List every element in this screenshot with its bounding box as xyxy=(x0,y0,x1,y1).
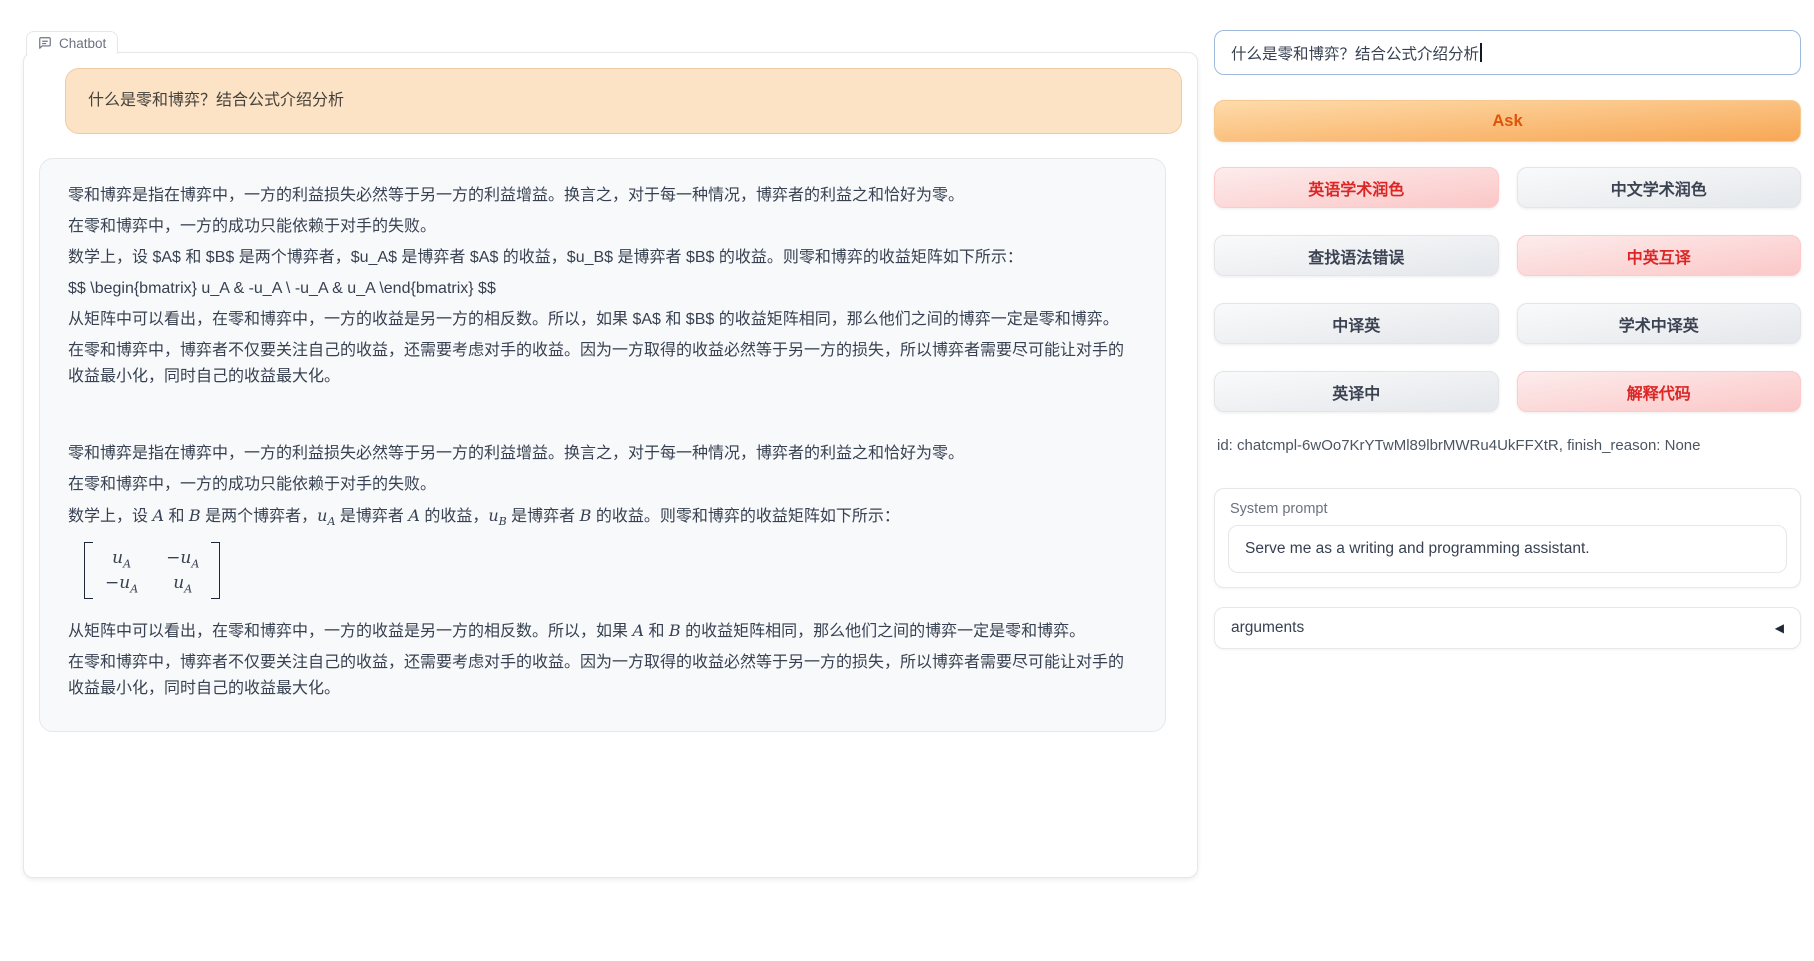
bot-message-bubble: 零和博弈是指在博弈中，一方的利益损失必然等于另一方的利益增益。换言之，对于每一种… xyxy=(39,158,1166,732)
chat-messages: 什么是零和博弈？结合公式介绍分析 零和博弈是指在博弈中，一方的利益损失必然等于另… xyxy=(24,53,1197,732)
bot-message-paragraph: 从矩阵中可以看出，在零和博弈中，一方的收益是另一方的相反数。所以，如果 $A$ … xyxy=(68,307,1137,333)
system-prompt-input[interactable]: Serve me as a writing and programming as… xyxy=(1228,525,1787,573)
message-part-gap xyxy=(68,395,1137,441)
system-prompt-label: System prompt xyxy=(1228,499,1787,525)
user-message-bubble: 什么是零和博弈？结合公式介绍分析 xyxy=(65,68,1182,134)
function-button[interactable]: 查找语法错误 xyxy=(1214,235,1499,276)
function-button[interactable]: 中英互译 xyxy=(1517,235,1802,276)
function-button-grid: 英语学术润色中文学术润色查找语法错误中英互译中译英学术中译英英译中解释代码 xyxy=(1214,167,1801,412)
system-prompt-panel: System prompt Serve me as a writing and … xyxy=(1214,488,1801,588)
chatbot-label-text: Chatbot xyxy=(59,36,106,51)
system-prompt-value: Serve me as a writing and programming as… xyxy=(1245,540,1590,558)
clipped-page-title: 学术优化 xyxy=(886,0,1062,8)
ask-button[interactable]: Ask xyxy=(1214,100,1801,142)
bot-message-paragraph: 数学上，设 $A$ 和 $B$ 是两个博弈者，$u_A$ 是博弈者 $A$ 的收… xyxy=(68,245,1137,271)
bot-message-paragraph: 零和博弈是指在博弈中，一方的利益损失必然等于另一方的利益增益。换言之，对于每一种… xyxy=(68,441,1137,467)
bot-message-paragraph: 从矩阵中可以看出，在零和博弈中，一方的收益是另一方的相反数。所以，如果 A 和 … xyxy=(68,618,1137,645)
function-button[interactable]: 解释代码 xyxy=(1517,371,1802,412)
question-input[interactable]: 什么是零和博弈？结合公式介绍分析 xyxy=(1214,30,1801,75)
function-button[interactable]: 英语学术润色 xyxy=(1214,167,1499,208)
bot-message-paragraph: $$ \begin{bmatrix} u_A & -u_A \ -u_A & u… xyxy=(68,276,1137,302)
bot-message-paragraph: 在零和博弈中，一方的成功只能依赖于对手的失败。 xyxy=(68,214,1137,240)
function-button[interactable]: 中译英 xyxy=(1214,303,1499,344)
bot-message-paragraph: 零和博弈是指在博弈中，一方的利益损失必然等于另一方的利益增益。换言之，对于每一种… xyxy=(68,183,1137,209)
bot-message: 零和博弈是指在博弈中，一方的利益损失必然等于另一方的利益增益。换言之，对于每一种… xyxy=(68,183,1137,702)
completion-status-text: id: chatcmpl-6wOo7KrYTwMl89lbrMWRu4UkFFX… xyxy=(1217,436,1801,456)
bot-message-paragraph: 在零和博弈中，一方的成功只能依赖于对手的失败。 xyxy=(68,472,1137,498)
chatbot-panel: Chatbot 什么是零和博弈？结合公式介绍分析 零和博弈是指在博弈中，一方的利… xyxy=(23,52,1198,878)
chatbot-label: Chatbot xyxy=(26,31,118,54)
rendered-payoff-matrix: uA−uA−uAuA xyxy=(84,542,1137,608)
accordion-collapsed-icon: ◀ xyxy=(1775,621,1784,635)
function-button[interactable]: 英译中 xyxy=(1214,371,1499,412)
bot-message-paragraph: 数学上，设 A 和 B 是两个博弈者，uA 是博弈者 A 的收益，uB 是博弈者… xyxy=(68,503,1137,530)
arguments-accordion-label: arguments xyxy=(1231,619,1304,637)
bot-message-paragraph: 在零和博弈中，博弈者不仅要关注自己的收益，还需要考虑对手的收益。因为一方取得的收… xyxy=(68,650,1137,702)
function-button[interactable]: 中文学术润色 xyxy=(1517,167,1802,208)
text-caret xyxy=(1480,43,1482,62)
question-input-value: 什么是零和博弈？结合公式介绍分析 xyxy=(1231,42,1479,64)
bot-message-paragraph: 在零和博弈中，博弈者不仅要关注自己的收益，还需要考虑对手的收益。因为一方取得的收… xyxy=(68,338,1137,390)
function-button[interactable]: 学术中译英 xyxy=(1517,303,1802,344)
user-message-text: 什么是零和博弈？结合公式介绍分析 xyxy=(88,92,344,109)
arguments-accordion[interactable]: arguments ◀ xyxy=(1214,607,1801,649)
chat-bubble-icon xyxy=(38,36,52,50)
